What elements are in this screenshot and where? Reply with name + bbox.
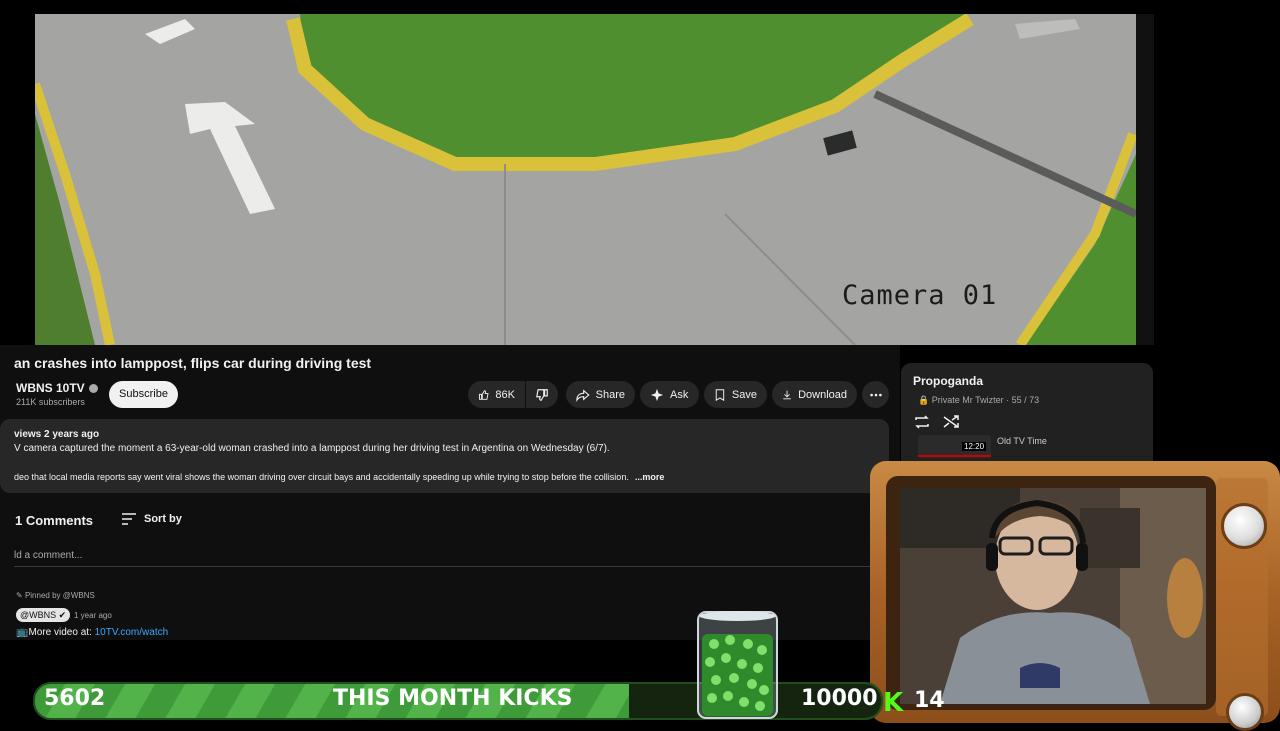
playlist-meta: 🔒 Private Mr Twizter · 55 / 73: [918, 395, 1039, 406]
webcam-feed: [900, 488, 1206, 704]
playlist-item-title[interactable]: Old TV Time: [997, 436, 1047, 446]
tv-emoji-icon: 📺: [16, 627, 29, 638]
dislike-icon: [536, 388, 548, 401]
comments-count: 1 Comments: [15, 513, 94, 528]
playlist-item-progress: [918, 455, 991, 457]
playlist-meta-text: Private Mr Twizter · 55 / 73: [931, 395, 1040, 405]
like-count: 86K: [495, 388, 515, 401]
verified-icon: [88, 384, 98, 394]
save-icon: [715, 388, 725, 401]
comment-text: 📺More video at: 10TV.com/watch: [16, 627, 168, 638]
comment-time: 1 year ago: [74, 611, 112, 620]
share-button[interactable]: Share: [566, 381, 635, 408]
kick-count: 14: [914, 688, 945, 713]
like-button[interactable]: 86K: [468, 381, 525, 408]
description-line-2: deo that local media reports say went vi…: [14, 472, 664, 482]
download-button[interactable]: Download: [772, 381, 857, 408]
download-label: Download: [798, 388, 847, 401]
comment-author[interactable]: @WBNS ✔: [16, 608, 71, 622]
share-label: Share: [595, 388, 625, 401]
lock-icon: 🔒: [918, 395, 930, 405]
save-button[interactable]: Save: [704, 381, 767, 408]
channel-name[interactable]: WBNS 10TV: [16, 381, 98, 395]
channel-name-text[interactable]: WBNS 10TV: [16, 381, 85, 395]
subscriber-count: 211K subscribers: [16, 397, 85, 407]
sort-button[interactable]: Sort by: [144, 513, 182, 525]
video-title: an crashes into lamppost, flips car duri…: [14, 355, 372, 371]
view-meta: views 2 years ago: [14, 429, 100, 440]
like-icon: [478, 389, 489, 400]
comment-body: More video at:: [28, 627, 95, 638]
download-icon: [783, 390, 791, 399]
tip-jar: [697, 611, 778, 719]
tv-knob-bottom: [1226, 693, 1264, 731]
more-icon: [869, 393, 882, 396]
shuffle-icon[interactable]: [942, 413, 960, 431]
comment-input-underline: [14, 566, 874, 567]
comment-author-name[interactable]: @WBNS: [20, 610, 56, 620]
ask-label: Ask: [670, 388, 689, 401]
ask-icon: [650, 388, 664, 401]
playlist-item-duration: 12:20: [962, 442, 987, 451]
subscribe-button[interactable]: Subscribe: [109, 381, 178, 408]
webcam-image: [900, 488, 1206, 704]
goal-title: THIS MONTH KICKS: [333, 686, 573, 711]
ask-button[interactable]: Ask: [640, 381, 699, 408]
pinned-label: ✎ Pinned by @WBNS: [16, 591, 95, 600]
video-edge: [1136, 14, 1154, 345]
camera-label: Camera 01: [842, 280, 998, 311]
description-text: deo that local media reports say went vi…: [14, 472, 629, 482]
playlist-title[interactable]: Propoganda: [913, 374, 983, 388]
pinned-text: Pinned by @WBNS: [24, 591, 95, 600]
sort-icon[interactable]: [121, 512, 137, 526]
description-line: V camera captured the moment a 63-year-o…: [14, 443, 610, 454]
pin-icon: ✎: [16, 591, 25, 600]
share-icon: [576, 389, 590, 402]
tv-knob-top: [1221, 503, 1267, 549]
comment-link[interactable]: 10TV.com/watch: [95, 627, 169, 638]
kick-logo-icon: K: [883, 688, 904, 718]
goal-target: 10000: [801, 686, 878, 711]
goal-current: 5602: [44, 686, 106, 711]
save-label: Save: [731, 388, 757, 401]
more-actions-button[interactable]: [862, 381, 889, 408]
dislike-button[interactable]: [526, 381, 558, 408]
add-comment-input[interactable]: ld a comment...: [14, 550, 82, 561]
show-more-link[interactable]: ...more: [635, 472, 665, 482]
repeat-icon[interactable]: [913, 413, 931, 431]
